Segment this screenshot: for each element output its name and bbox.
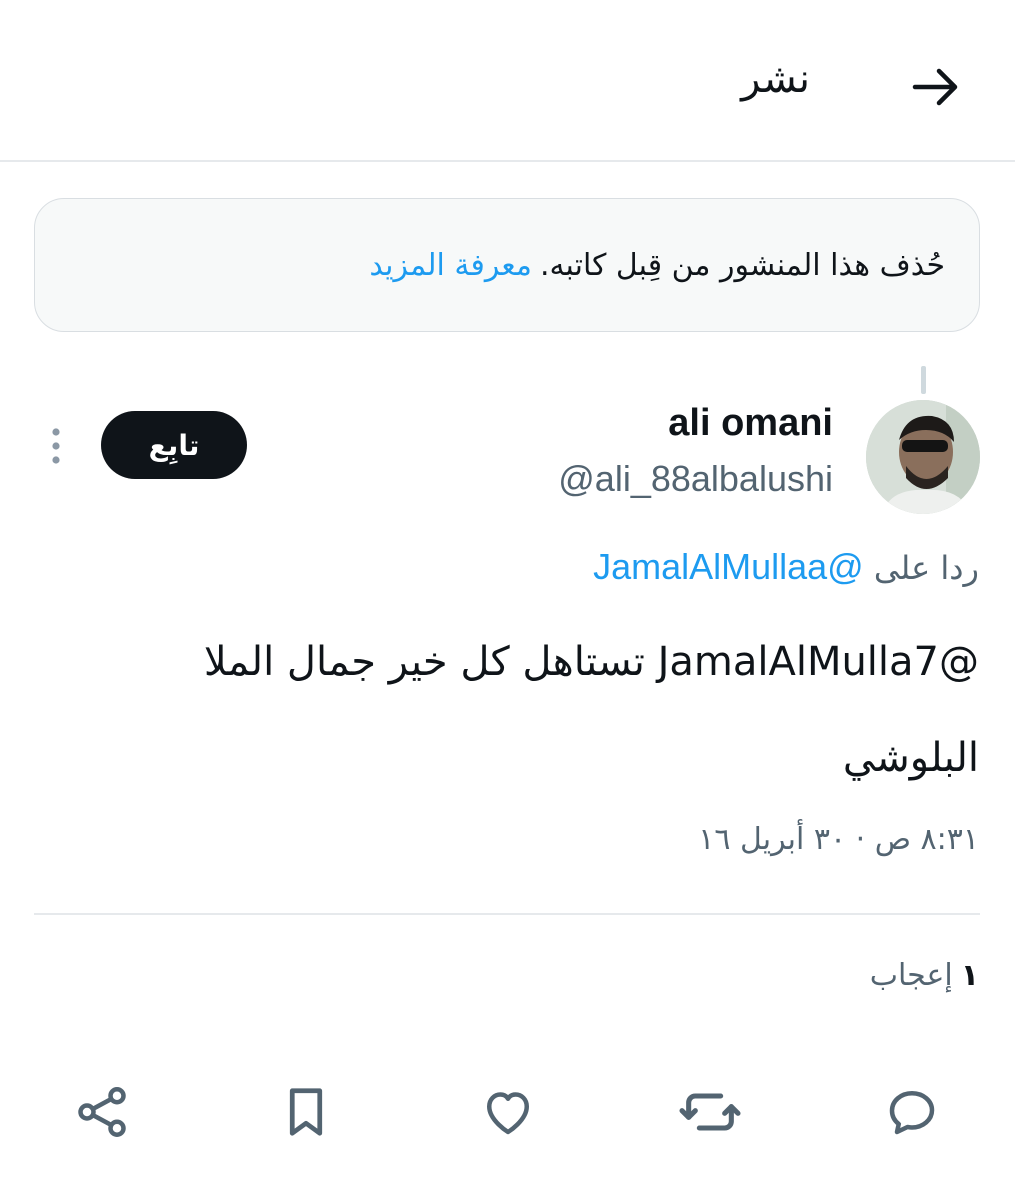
reply-button[interactable] (880, 1080, 944, 1144)
back-button[interactable] (907, 58, 965, 116)
deleted-post-notice: حُذف هذا المنشور من قِبل كاتبه. معرفة ال… (34, 198, 980, 332)
learn-more-link[interactable]: معرفة المزيد (369, 248, 532, 283)
follow-button[interactable]: تابِع (101, 411, 247, 479)
share-button[interactable] (70, 1080, 134, 1144)
top-bar: نشر (0, 0, 1015, 162)
more-vertical-icon (50, 426, 62, 466)
author-display-name[interactable]: ali omani (668, 402, 833, 445)
notice-text: حُذف هذا المنشور من قِبل كاتبه. (539, 247, 945, 283)
share-icon (72, 1082, 132, 1142)
likes-stat[interactable]: ١إعجاب (870, 958, 979, 993)
reply-context: ردا على @JamalAlMullaa (593, 546, 979, 588)
like-button[interactable] (476, 1080, 540, 1144)
reply-prefix: ردا على (873, 549, 979, 587)
likes-count: ١ (960, 958, 979, 993)
bookmark-button[interactable] (274, 1080, 338, 1144)
tweet-timestamp[interactable]: ٨:٣١ ص · ٣٠ أبريل ١٦ (698, 822, 979, 857)
tweet-text: @JamalAlMulla7 تستاهل كل خير جمال الملا … (203, 639, 979, 781)
bookmark-icon (276, 1082, 336, 1142)
reply-mention-link[interactable]: @JamalAlMullaa (593, 546, 864, 587)
repost-button[interactable] (678, 1080, 742, 1144)
comment-icon (882, 1082, 942, 1142)
thread-connector-line (921, 366, 926, 394)
author-handle[interactable]: @ali_88albalushi (558, 458, 833, 500)
heart-icon (478, 1082, 538, 1142)
avatar[interactable] (866, 400, 980, 514)
arrow-right-icon (911, 67, 961, 107)
action-bar (0, 1070, 1015, 1150)
page-title: نشر (741, 56, 810, 102)
likes-label: إعجاب (869, 958, 953, 993)
divider (34, 913, 980, 915)
more-options-button[interactable] (36, 422, 76, 470)
repost-icon (678, 1080, 742, 1144)
